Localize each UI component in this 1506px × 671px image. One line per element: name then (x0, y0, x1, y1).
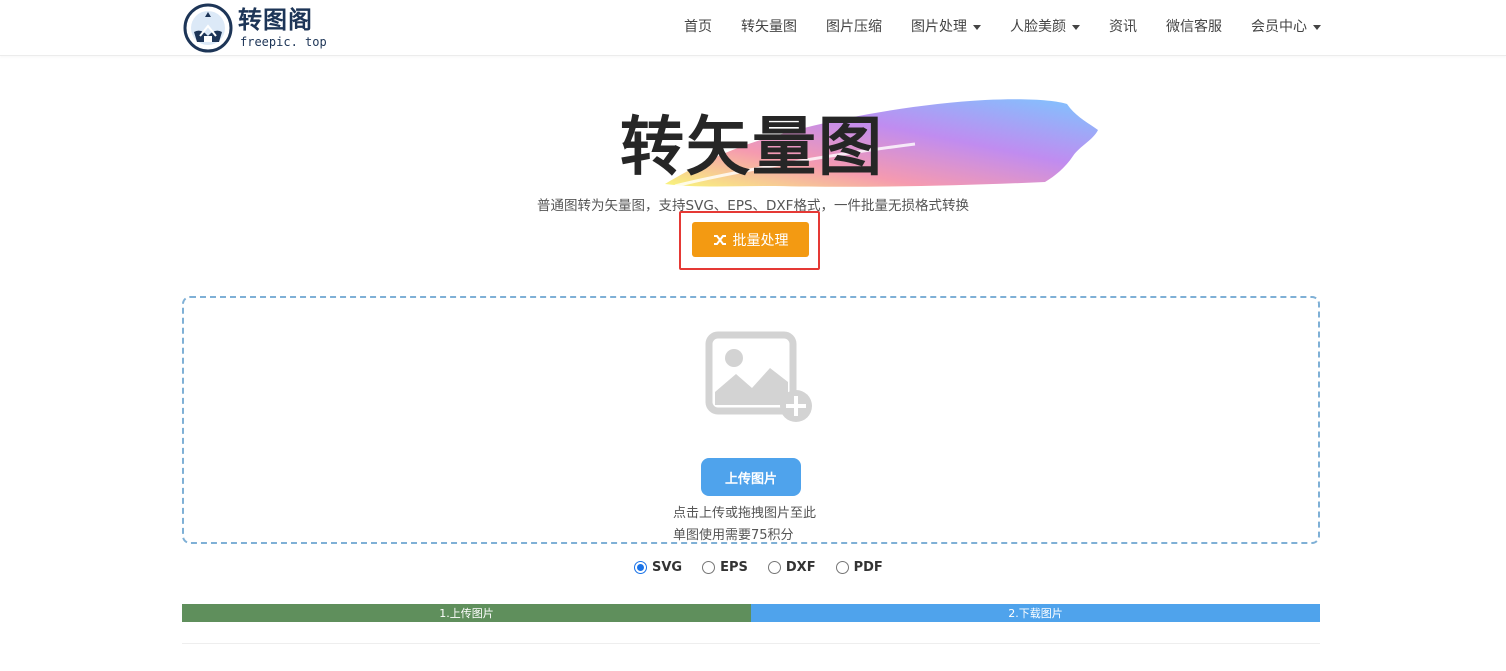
radio-dxf[interactable] (767, 560, 781, 574)
caret-down-icon (1072, 24, 1080, 30)
page-title: 转矢量图 (620, 111, 884, 185)
shuffle-icon (713, 234, 726, 245)
nav-image-process-label: 图片处理 (911, 19, 967, 35)
nav-home[interactable]: 首页 (684, 16, 712, 36)
points-cost-note: 单图使用需要75积分 (673, 528, 794, 543)
radio-pdf[interactable] (835, 560, 849, 574)
format-label-pdf: PDF (853, 559, 883, 575)
nav-home-label: 首页 (684, 19, 712, 35)
site-logo[interactable]: 转图阁 freepic. top (182, 2, 327, 54)
nav-face-beauty[interactable]: 人脸美颜 (1010, 16, 1080, 36)
format-label-eps: EPS (720, 559, 748, 575)
logo-title: 转图阁 (238, 6, 313, 34)
format-option-svg[interactable]: SVG (634, 560, 682, 575)
upload-hint: 点击上传或拖拽图片至此 (673, 506, 817, 521)
nav-compress-label: 图片压缩 (826, 19, 882, 35)
main-nav: 首页 转矢量图 图片压缩 图片处理 人脸美颜 资讯 微信客服 会员中心 (655, 0, 1321, 52)
batch-process-label: 批量处理 (732, 231, 789, 248)
nav-vectorize-label: 转矢量图 (741, 19, 797, 35)
radio-svg[interactable] (634, 560, 647, 574)
format-option-dxf[interactable]: DXF (767, 559, 816, 575)
top-navbar: 转图阁 freepic. top 首页 转矢量图 图片压缩 图片处理 人脸美颜 … (0, 0, 1506, 56)
step-upload: 1.上传图片 (182, 604, 751, 622)
nav-image-process[interactable]: 图片处理 (911, 16, 981, 36)
caret-down-icon (1313, 24, 1321, 30)
nav-face-beauty-label: 人脸美颜 (1010, 19, 1066, 35)
radio-eps[interactable] (702, 560, 716, 574)
nav-news-label: 资讯 (1109, 19, 1137, 35)
format-option-pdf[interactable]: PDF (835, 559, 883, 575)
nav-compress[interactable]: 图片压缩 (826, 16, 882, 36)
format-radio-group: SVG EPS DXF PDF (634, 558, 903, 576)
step-download: 2.下载图片 (751, 604, 1320, 622)
logo-icon (183, 3, 233, 53)
nav-wechat-service-label: 微信客服 (1166, 19, 1222, 35)
nav-wechat-service[interactable]: 微信客服 (1166, 16, 1222, 36)
format-label-dxf: DXF (785, 559, 816, 575)
caret-down-icon (973, 24, 981, 30)
upload-image-button[interactable]: 上传图片 (701, 458, 801, 496)
nav-news[interactable]: 资讯 (1109, 16, 1137, 36)
image-add-icon (705, 331, 812, 422)
progress-steps: 1.上传图片 2.下载图片 (182, 604, 1320, 622)
logo-subtitle: freepic. top (240, 35, 327, 49)
batch-process-button[interactable]: 批量处理 (692, 222, 809, 257)
nav-member-center-label: 会员中心 (1251, 19, 1307, 35)
nav-vectorize[interactable]: 转矢量图 (741, 16, 797, 36)
format-option-eps[interactable]: EPS (702, 560, 748, 575)
nav-member-center[interactable]: 会员中心 (1251, 16, 1321, 36)
format-label-svg: SVG (652, 559, 683, 575)
divider (182, 643, 1320, 644)
